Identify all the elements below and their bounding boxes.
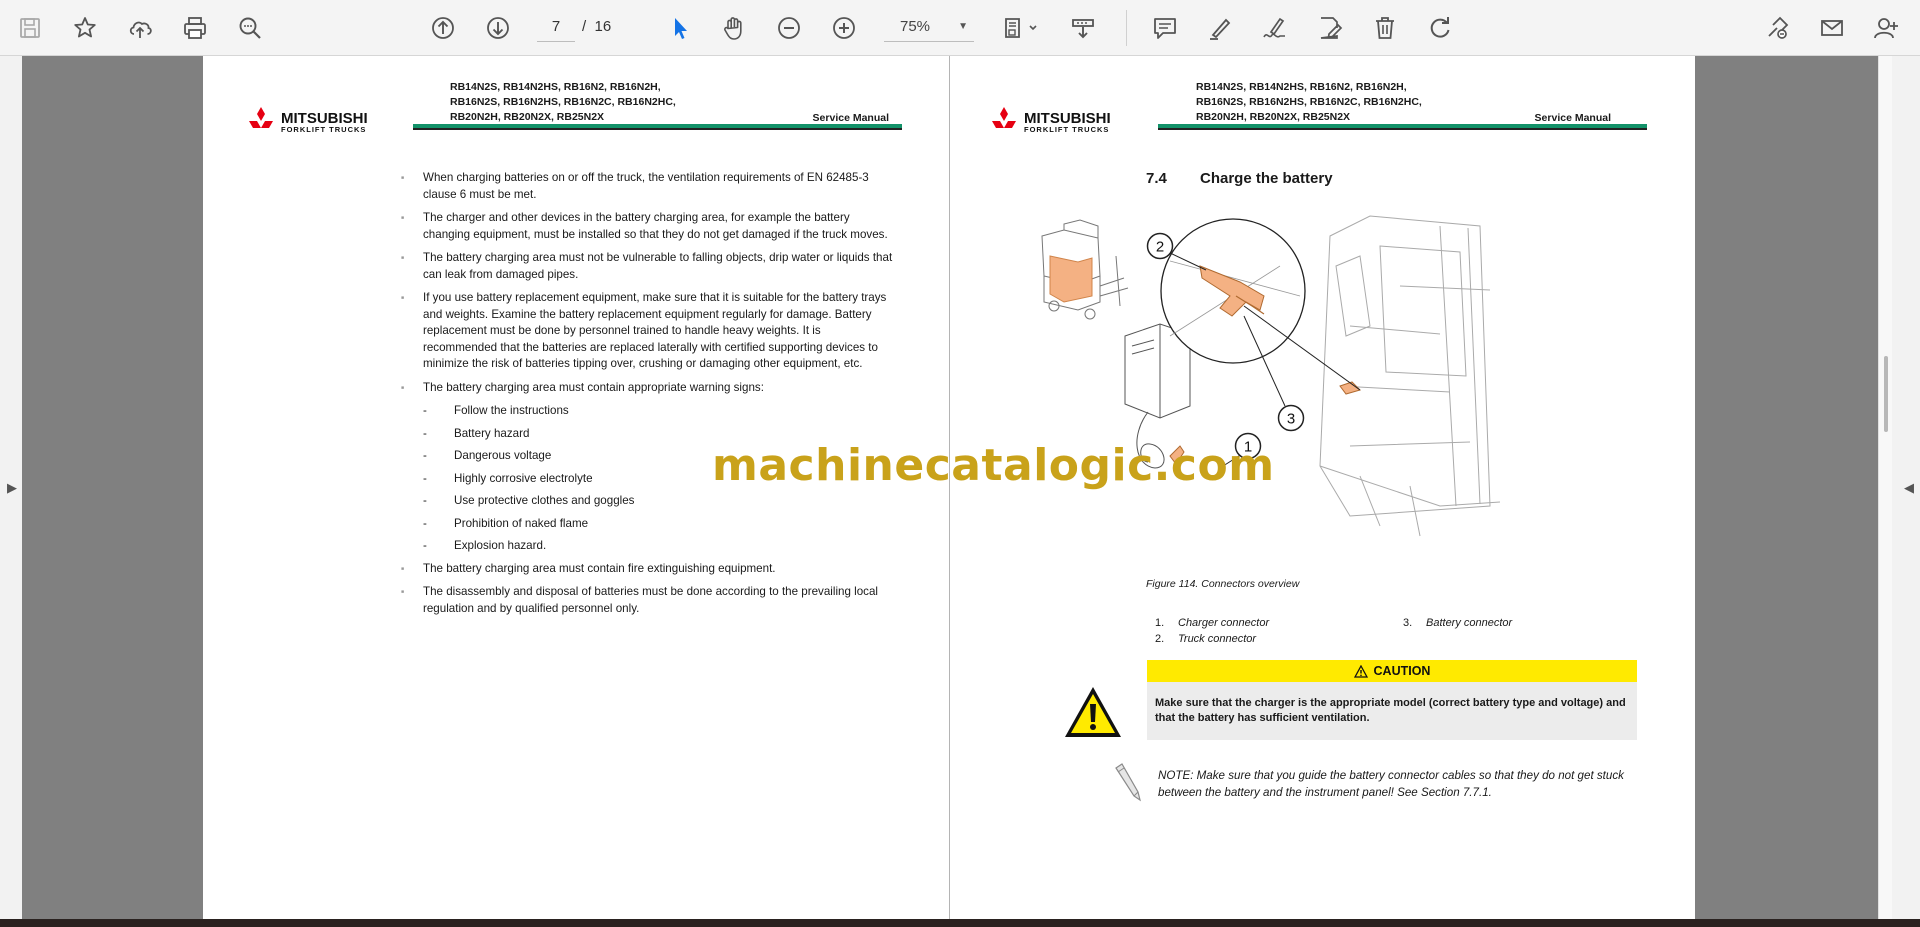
note-text: NOTE: Make sure that you guide the batte… [1158, 769, 1624, 799]
cloud-upload-icon[interactable] [120, 8, 160, 48]
watermark: machinecatalogic.com [712, 440, 1275, 491]
truck-outline [1319, 215, 1501, 537]
model-list: RB14N2S, RB14N2HS, RB16N2, RB16N2H, RB16… [450, 81, 676, 123]
fit-page-icon[interactable] [994, 8, 1046, 48]
select-cursor-icon[interactable] [660, 8, 700, 48]
svg-text:3: 3 [1287, 411, 1295, 428]
sign-item: Explosion hazard. [398, 538, 893, 555]
email-icon[interactable] [1812, 8, 1852, 48]
callout-2: 2 [1146, 232, 1174, 260]
download-icon[interactable] [1063, 8, 1103, 48]
zoom-select[interactable]: 75% ▼ [884, 12, 974, 42]
page-body: When charging batteries on or off the tr… [398, 170, 893, 624]
list-item: When charging batteries on or off the tr… [398, 170, 893, 203]
sign-item: Prohibition of naked flame [398, 516, 893, 533]
list-item: The battery charging area must contain f… [398, 561, 893, 578]
header-rule-dark [413, 128, 902, 130]
pencil-note-icon [1115, 763, 1141, 802]
caution-text: Make sure that the charger is the approp… [1147, 682, 1637, 740]
sign-item: Follow the instructions [398, 403, 893, 420]
zoom-out-icon[interactable] [769, 8, 809, 48]
warning-triangle-icon [1065, 687, 1121, 737]
page-down-icon[interactable] [478, 8, 518, 48]
legend-item: 2. Truck connector [1155, 633, 1257, 645]
bottom-bar [0, 919, 1920, 927]
caution-header: CAUTION [1147, 660, 1637, 682]
svg-text:2: 2 [1156, 239, 1164, 256]
connectors-figure: 1 2 3 [1041, 215, 1501, 537]
comment-icon[interactable] [1145, 8, 1185, 48]
sign-icon[interactable] [1255, 8, 1295, 48]
print-icon[interactable] [175, 8, 215, 48]
list-item: If you use battery replacement equipment… [398, 290, 893, 373]
sign-item: Use protective clothes and goggles [398, 493, 893, 510]
page-count: / 16 [582, 18, 612, 35]
zoom-search-icon[interactable] [230, 8, 270, 48]
zoom-in-icon[interactable] [824, 8, 864, 48]
svg-text:FORKLIFT TRUCKS: FORKLIFT TRUCKS [1024, 125, 1109, 134]
rotate-icon[interactable] [1420, 8, 1460, 48]
header-rule-dark [1158, 128, 1647, 130]
bookmark-star-icon[interactable] [65, 8, 105, 48]
page-up-icon[interactable] [423, 8, 463, 48]
edit-pdf-icon[interactable] [1310, 8, 1350, 48]
toolbar: / 16 75% ▼ [0, 0, 1920, 56]
list-item: The battery charging area must not be vu… [398, 250, 893, 283]
scrollbar-thumb[interactable] [1884, 356, 1888, 432]
svg-text:FORKLIFT TRUCKS: FORKLIFT TRUCKS [281, 125, 366, 134]
mitsubishi-logo: MITSUBISHI FORKLIFT TRUCKS [247, 106, 407, 136]
list-item: The disassembly and disposal of batterie… [398, 584, 893, 617]
hand-pan-icon[interactable] [714, 8, 754, 48]
list-item: The battery charging area must contain a… [398, 380, 893, 397]
figure-caption: Figure 114. Connectors overview [1146, 578, 1300, 590]
page-number-input[interactable] [537, 12, 575, 42]
zoom-value: 75% [900, 18, 931, 35]
expand-left-panel-icon[interactable]: ▶ [7, 480, 17, 496]
share-icon[interactable] [1757, 8, 1797, 48]
highlight-pen-icon[interactable] [1200, 8, 1240, 48]
model-list: RB14N2S, RB14N2HS, RB16N2, RB16N2H, RB16… [1196, 81, 1422, 123]
service-manual-label: Service Manual [1534, 112, 1611, 124]
list-item: The charger and other devices in the bat… [398, 210, 893, 243]
expand-right-panel-icon[interactable]: ◀ [1904, 480, 1914, 496]
delete-icon[interactable] [1365, 8, 1405, 48]
section-title: Charge the battery [1200, 170, 1333, 187]
section-number: 7.4 [1146, 170, 1167, 187]
legend-item: 1. Charger connector [1155, 617, 1270, 629]
vertical-scrollbar[interactable] [1878, 56, 1892, 919]
service-manual-label: Service Manual [812, 112, 889, 124]
mitsubishi-logo: MITSUBISHI FORKLIFT TRUCKS [990, 106, 1150, 136]
warning-small-icon [1353, 664, 1368, 678]
callout-3: 3 [1277, 404, 1305, 432]
account-icon[interactable] [1866, 8, 1906, 48]
chevron-down-icon: ▼ [958, 21, 968, 32]
legend-item: 3. Battery connector [1403, 617, 1513, 629]
save-icon[interactable] [10, 8, 50, 48]
